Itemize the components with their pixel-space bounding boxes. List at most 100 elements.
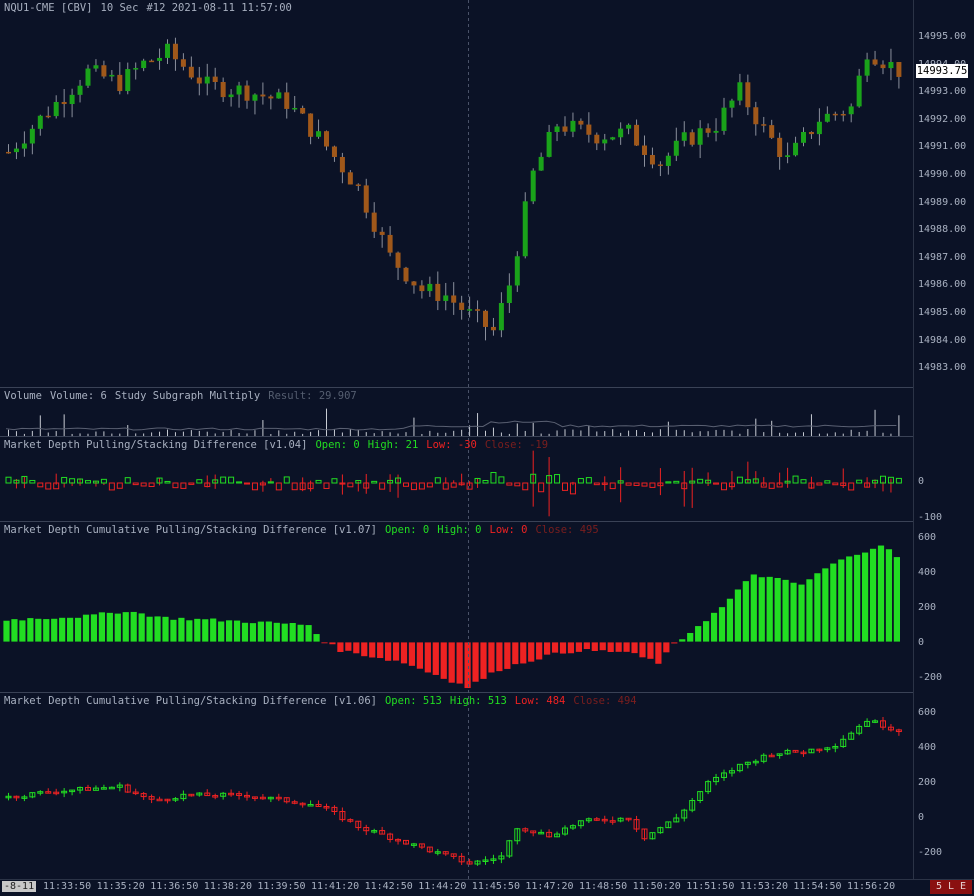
candle-body <box>522 201 528 257</box>
cumulative-bar <box>288 622 297 643</box>
cumulative-bar <box>741 580 750 643</box>
cumulative-bar <box>805 578 814 643</box>
cumulative-bar <box>98 611 106 643</box>
cumulative-bars-pane[interactable]: Market Depth Cumulative Pulling/Stacking… <box>0 522 913 692</box>
pulling-bar <box>665 481 672 484</box>
cumulative-bar <box>646 641 655 660</box>
cumulative-bar <box>702 620 710 643</box>
cumulative-bar <box>137 612 146 643</box>
candle-body <box>21 143 27 149</box>
price-label: 14983.00 <box>918 362 967 374</box>
pulling-bar <box>585 477 592 484</box>
pulling-bar <box>132 482 139 486</box>
pulling-bar <box>228 476 235 484</box>
time-label: 11:35:20 <box>96 881 145 892</box>
cumulative-bar <box>312 633 321 643</box>
cumulative-bar <box>543 641 551 656</box>
price-label: 14992.00 <box>918 113 967 125</box>
candle-body <box>649 154 655 165</box>
cumulative-bar <box>479 641 488 680</box>
pulling-bar <box>244 482 250 485</box>
cumulative-bar <box>527 641 536 663</box>
cumulative-bar <box>368 641 377 659</box>
candle-body <box>769 125 775 138</box>
cumulative-bar <box>455 641 464 685</box>
candle-body <box>61 101 67 105</box>
time-label: 11:39:50 <box>257 881 306 892</box>
trade-status-badge[interactable]: 5 L E <box>930 880 972 894</box>
scroll-date-tag[interactable]: -8-11 <box>2 881 37 892</box>
pulling-bar <box>832 482 839 486</box>
candle-body <box>316 131 322 137</box>
candle-body <box>188 66 194 78</box>
candle-body <box>840 113 846 116</box>
price-label: 14990.00 <box>918 169 967 180</box>
candle-body <box>355 184 361 186</box>
candle-body <box>204 76 210 84</box>
cumulative-bar <box>869 547 877 643</box>
candle-body <box>427 283 433 292</box>
cumulative-bar <box>225 619 234 643</box>
candle-body <box>554 126 560 133</box>
pane3-axis-label: 200 <box>918 777 937 788</box>
pulling-bar <box>641 482 648 487</box>
pulling-bar <box>506 482 513 486</box>
candle-body <box>363 185 369 213</box>
time-label: 11:53:20 <box>739 881 788 892</box>
cumulative-bar <box>773 577 782 643</box>
candle-body <box>864 59 870 76</box>
candle-body <box>252 94 258 101</box>
candle-body <box>212 76 218 83</box>
pulling-bar <box>45 482 52 490</box>
candle-body <box>13 148 19 153</box>
cumulative-bar <box>885 548 893 643</box>
cumulative-bar <box>622 641 631 653</box>
time-label: 11:41:20 <box>311 881 360 892</box>
pane3-title: Market Depth Cumulative Pulling/Stacking… <box>4 695 377 707</box>
volume-header: Volume Volume: 6 Study Subgraph Multiply Re… <box>4 390 365 402</box>
pulling-bar <box>673 480 680 484</box>
pane1-header: Market Depth Pulling/Stacking Difference… <box>4 439 556 451</box>
pane2-axis-label: 600 <box>918 532 937 543</box>
current-price-tag: 14993.75 <box>916 64 968 78</box>
price-pane[interactable]: NQU1-CME [CBV] 10 Sec #12 2021-08-11 11:57… <box>0 0 913 387</box>
candle-body <box>880 64 886 69</box>
candle-body <box>562 126 568 132</box>
cumulative-bar <box>726 597 734 643</box>
candle-body <box>713 130 719 133</box>
price-axis[interactable] <box>913 0 974 895</box>
cumulative-bar <box>296 623 305 643</box>
cumulative-bar <box>559 641 567 655</box>
cumulative-bar <box>328 641 337 646</box>
candle-body <box>196 77 202 84</box>
pulling-bar <box>172 482 179 489</box>
cumulative-bar <box>654 641 663 665</box>
candle-body <box>816 121 822 135</box>
volume-pane[interactable]: Volume Volume: 6 Study Subgraph Multiply Re… <box>0 388 913 436</box>
cumulative-bar <box>678 638 687 643</box>
pulling-bar <box>450 482 457 488</box>
pulling-bar <box>522 482 529 491</box>
candle-body <box>586 124 592 135</box>
cumulative-bar <box>638 641 647 659</box>
cumulative-candles-pane[interactable]: Market Depth Cumulative Pulling/Stacking… <box>0 693 913 879</box>
cumulative-bar <box>376 641 385 659</box>
candle-body <box>6 151 11 154</box>
cumulative-bar <box>400 641 408 665</box>
candle-body <box>761 124 767 126</box>
cumulative-bar <box>614 641 623 653</box>
candle-body <box>53 101 59 117</box>
pulling-bar <box>140 482 147 487</box>
candle-body <box>236 85 242 95</box>
cumulative-bar <box>26 617 35 643</box>
cumulative-bar <box>2 619 11 643</box>
price-label: 14985.00 <box>918 307 967 318</box>
cumulative-bar <box>535 641 544 661</box>
pulling-bar <box>824 480 831 484</box>
candle-body <box>657 164 663 166</box>
candle-body <box>729 100 735 108</box>
volume-average-line <box>5 420 897 431</box>
candle-body <box>689 132 695 145</box>
pulling-bar <box>61 476 68 484</box>
pulling-stacking-pane[interactable]: Market Depth Pulling/Stacking Difference… <box>0 437 913 521</box>
